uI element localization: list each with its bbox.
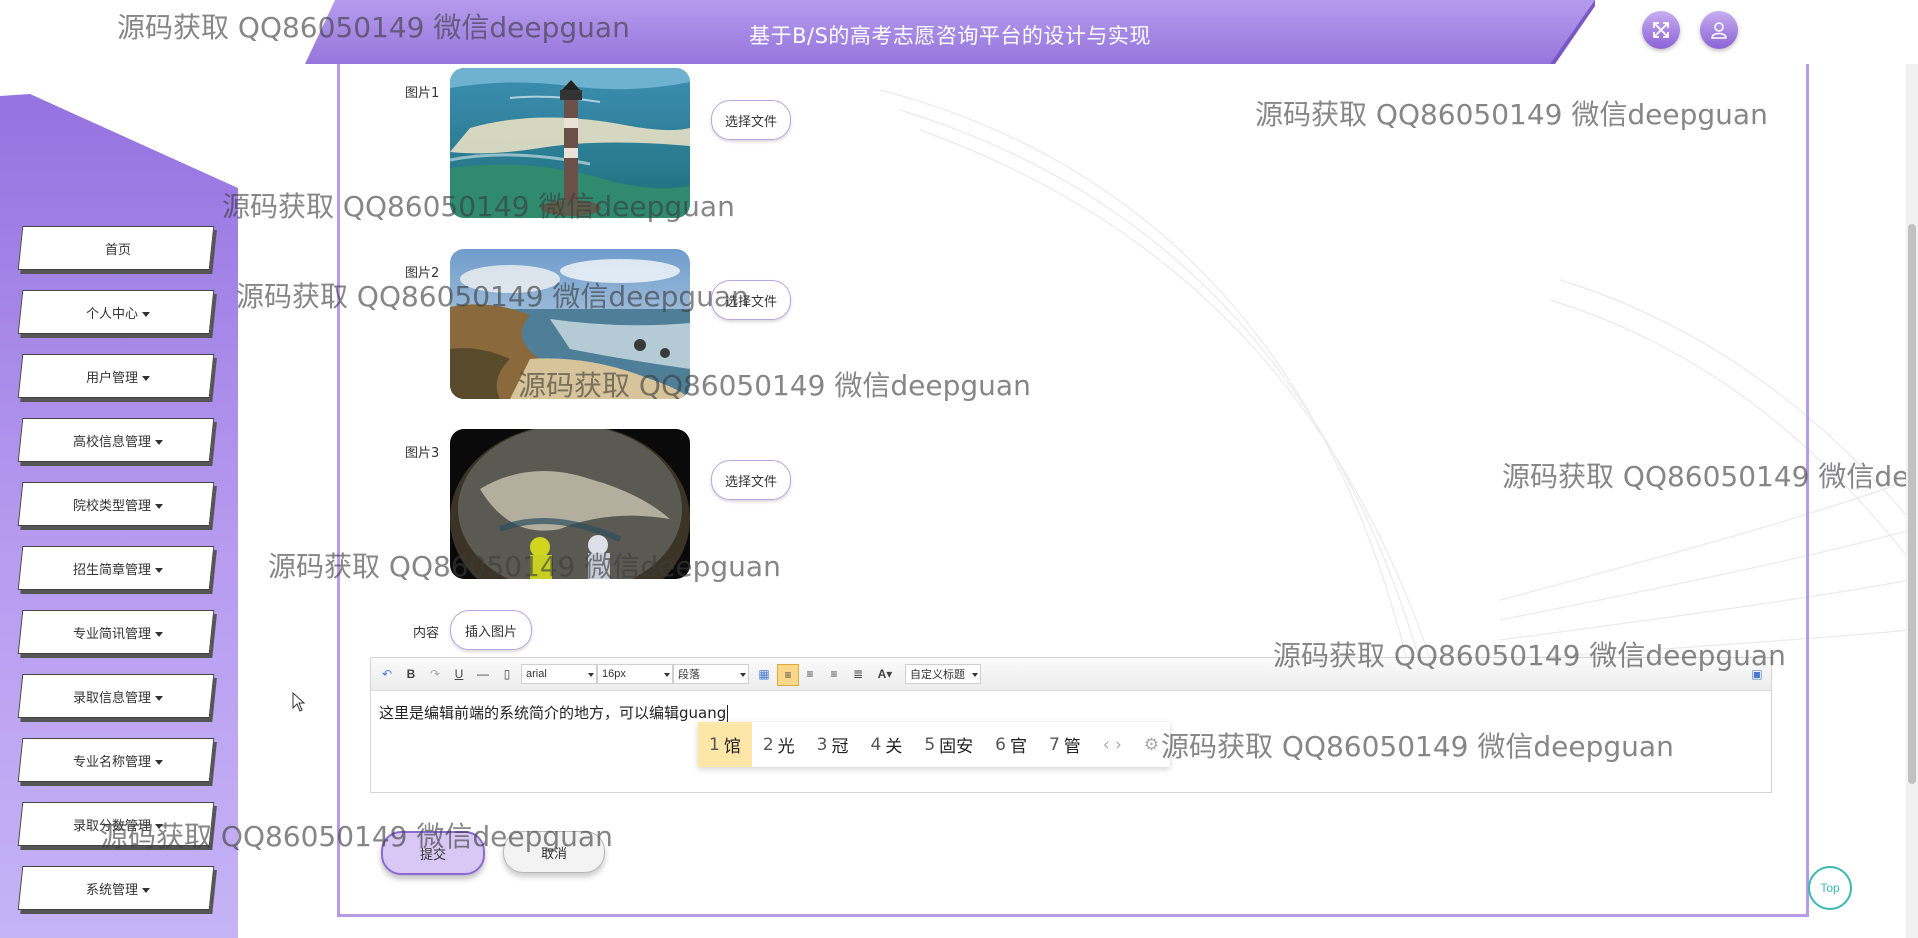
- caret-down-icon: [155, 632, 163, 637]
- planet-image: [450, 429, 690, 579]
- user-button[interactable]: [1700, 11, 1738, 49]
- scrollbar-thumb[interactable]: [1908, 224, 1916, 784]
- ime-candidate[interactable]: 7管: [1038, 722, 1092, 767]
- image1-label: 图片1: [405, 86, 440, 101]
- dropdown-arrow-icon: [740, 673, 746, 677]
- coastline-image: [450, 249, 690, 399]
- redo-icon[interactable]: ↷: [427, 664, 443, 684]
- bold-icon[interactable]: B: [403, 664, 419, 684]
- sidebar-item-label: 用户管理: [85, 371, 138, 386]
- sidebar-item-college-info[interactable]: 高校信息管理: [17, 418, 218, 466]
- align-justify-icon[interactable]: ≣: [849, 664, 867, 684]
- fullscreen-editor-icon[interactable]: ▣: [1749, 664, 1765, 684]
- image3-label: 图片3: [405, 446, 440, 461]
- choose-file-button-1[interactable]: 选择文件: [711, 100, 791, 140]
- user-icon: [1711, 22, 1727, 39]
- cancel-button[interactable]: 取消: [503, 831, 605, 873]
- caret-down-icon: [155, 824, 163, 829]
- sidebar-item-home[interactable]: 首页: [17, 226, 218, 274]
- sidebar-item-personal-center[interactable]: 个人中心: [17, 290, 218, 338]
- sidebar-item-label: 录取分数管理: [72, 819, 151, 834]
- ime-candidate-window: 1馆 2光 3冠 4关 5 固安 6官 7管 ‹ › ⚙: [698, 722, 1171, 767]
- ime-candidate[interactable]: 4关: [859, 722, 913, 767]
- page-title: 基于B/S的高考志愿咨询平台的设计与实现: [749, 24, 1151, 48]
- caret-down-icon: [155, 760, 163, 765]
- sidebar-item-system[interactable]: 系统管理: [17, 866, 218, 914]
- caret-down-icon: [142, 888, 150, 893]
- custom-heading-value: 自定义标题: [910, 669, 965, 681]
- dropdown-arrow-icon: [972, 673, 978, 677]
- font-color-icon[interactable]: A▾: [873, 664, 897, 684]
- image2-preview: [450, 249, 690, 399]
- sidebar-item-admission-info[interactable]: 录取信息管理: [17, 674, 218, 722]
- align-left-icon[interactable]: ≡: [777, 664, 799, 686]
- dropdown-arrow-icon: [664, 673, 670, 677]
- font-size-select[interactable]: 16px: [597, 664, 673, 684]
- sidebar-item-user-management[interactable]: 用户管理: [17, 354, 218, 402]
- paragraph-select[interactable]: 段落: [673, 664, 749, 684]
- sidebar-item-college-type[interactable]: 院校类型管理: [17, 482, 218, 530]
- text-cursor: [727, 705, 729, 722]
- back-to-top-button[interactable]: Top: [1808, 866, 1852, 910]
- ime-candidate[interactable]: 3冠: [806, 722, 860, 767]
- sidebar-item-label: 个人中心: [85, 307, 138, 322]
- font-size-value: 16px: [602, 668, 626, 680]
- fullscreen-button[interactable]: [1642, 11, 1680, 49]
- caret-down-icon: [142, 312, 150, 317]
- choose-file-button-2[interactable]: 选择文件: [711, 280, 791, 320]
- sidebar-item-admission-score[interactable]: 录取分数管理: [17, 802, 218, 850]
- caret-down-icon: [142, 376, 150, 381]
- ime-page-icon[interactable]: ‹ ›: [1092, 722, 1133, 767]
- dropdown-arrow-icon: [588, 673, 594, 677]
- content-label: 内容: [413, 626, 440, 641]
- sidebar-item-label: 高校信息管理: [72, 435, 151, 450]
- image1-preview: [450, 68, 690, 218]
- lighthouse-image: [450, 68, 690, 218]
- caret-down-icon: [155, 504, 163, 509]
- horizontal-rule-icon[interactable]: —: [475, 664, 491, 684]
- editor-text: 这里是编辑前端的系统简介的地方，可以编辑guang: [379, 704, 727, 722]
- choose-file-button-3[interactable]: 选择文件: [711, 460, 791, 500]
- sidebar-item-admission-guide[interactable]: 招生简章管理: [17, 546, 218, 594]
- undo-icon[interactable]: ↶: [379, 664, 395, 684]
- sidebar-item-label: 首页: [104, 243, 131, 258]
- sidebar-item-label: 系统管理: [85, 883, 138, 898]
- sidebar-item-label: 专业简讯管理: [72, 627, 151, 642]
- header-bar: 基于B/S的高考志愿咨询平台的设计与实现: [305, 0, 1595, 64]
- table-icon[interactable]: ▦: [755, 664, 773, 684]
- mouse-pointer-icon: [292, 692, 306, 712]
- paragraph-value: 段落: [678, 669, 700, 681]
- insert-image-button[interactable]: 插入图片: [450, 610, 532, 650]
- caret-down-icon: [155, 696, 163, 701]
- align-center-icon[interactable]: ≡: [825, 664, 843, 684]
- sidebar-item-label: 院校类型管理: [72, 499, 151, 514]
- ime-candidate[interactable]: 2光: [752, 722, 806, 767]
- ime-candidate[interactable]: 1馆: [698, 722, 752, 767]
- ime-candidate[interactable]: 5 固安: [913, 722, 984, 767]
- align-right-icon[interactable]: ≡: [801, 664, 819, 684]
- submit-button[interactable]: 提交: [381, 831, 485, 875]
- custom-heading-select[interactable]: 自定义标题: [905, 664, 981, 684]
- sidebar-item-major-news[interactable]: 专业简讯管理: [17, 610, 218, 658]
- editor-content[interactable]: 这里是编辑前端的系统简介的地方，可以编辑guang: [379, 702, 729, 723]
- font-family-select[interactable]: arial: [521, 664, 597, 684]
- font-family-value: arial: [526, 668, 547, 680]
- image3-preview: [450, 429, 690, 579]
- sidebar-item-label: 专业名称管理: [72, 755, 151, 770]
- document-icon[interactable]: ▯: [499, 664, 515, 684]
- ime-candidate[interactable]: 6官: [984, 722, 1038, 767]
- page-scrollbar[interactable]: [1906, 64, 1918, 938]
- sidebar-item-label: 招生简章管理: [72, 563, 151, 578]
- sidebar-item-label: 录取信息管理: [72, 691, 151, 706]
- editor-toolbar: ↶ B ↷ U — ▯ arial 16px 段落 ▦ ≡ ≡ ≡ ≣ A▾ 自…: [371, 658, 1771, 691]
- ime-settings-icon[interactable]: ⚙: [1133, 722, 1170, 767]
- image2-label: 图片2: [405, 266, 440, 281]
- caret-down-icon: [155, 440, 163, 445]
- underline-icon[interactable]: U: [451, 664, 467, 684]
- caret-down-icon: [155, 568, 163, 573]
- sidebar-item-major-name[interactable]: 专业名称管理: [17, 738, 218, 786]
- expand-icon: [1653, 22, 1669, 38]
